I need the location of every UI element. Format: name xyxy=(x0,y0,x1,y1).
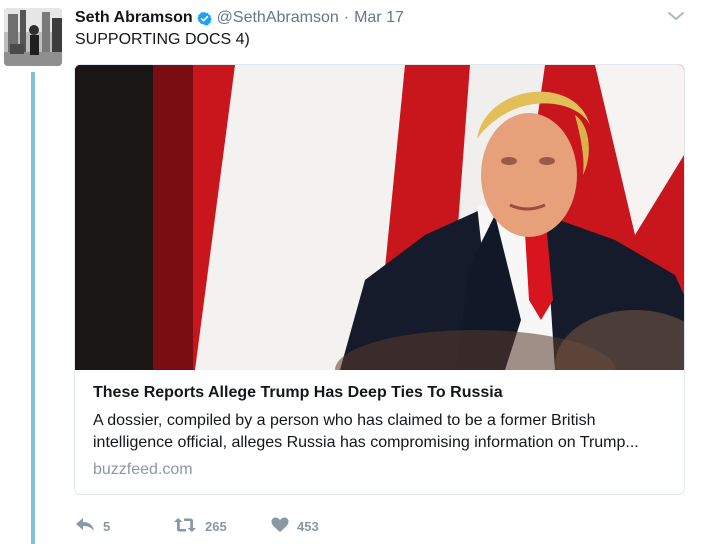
tweet-timestamp[interactable]: Mar 17 xyxy=(354,9,404,27)
tweet-container: Seth Abramson @SethAbramson · Mar 17 SUP… xyxy=(0,0,702,544)
avatar[interactable] xyxy=(4,8,62,66)
heart-icon xyxy=(271,517,289,536)
retweet-icon xyxy=(173,517,197,536)
tweet-header: Seth Abramson @SethAbramson · Mar 17 xyxy=(75,7,404,29)
retweet-count: 265 xyxy=(205,518,227,534)
retweet-button[interactable]: 265 xyxy=(173,515,227,537)
reply-count: 5 xyxy=(103,518,111,534)
reply-button[interactable]: 5 xyxy=(75,515,110,537)
separator-dot: · xyxy=(343,9,350,26)
author-name[interactable]: Seth Abramson xyxy=(75,9,193,27)
author-handle[interactable]: @SethAbramson xyxy=(217,9,339,27)
avatar-photo xyxy=(4,8,62,66)
card-description-line-2: intelligence official, alleges Russia ha… xyxy=(93,434,639,451)
tweet-text: SUPPORTING DOCS 4) xyxy=(75,31,250,48)
card-image xyxy=(75,65,684,370)
card-title[interactable]: These Reports Allege Trump Has Deep Ties… xyxy=(93,384,503,402)
chevron-down-icon[interactable] xyxy=(667,9,685,23)
verified-badge-icon xyxy=(196,11,212,26)
link-card[interactable]: These Reports Allege Trump Has Deep Ties… xyxy=(74,64,685,495)
card-domain[interactable]: buzzfeed.com xyxy=(93,461,193,479)
reply-icon xyxy=(75,517,95,536)
like-button[interactable]: 453 xyxy=(271,515,319,537)
like-count: 453 xyxy=(297,518,319,534)
card-description: A dossier, compiled by a person who has … xyxy=(93,410,673,454)
thread-line xyxy=(31,72,35,544)
card-description-line-1: A dossier, compiled by a person who has … xyxy=(93,412,596,429)
